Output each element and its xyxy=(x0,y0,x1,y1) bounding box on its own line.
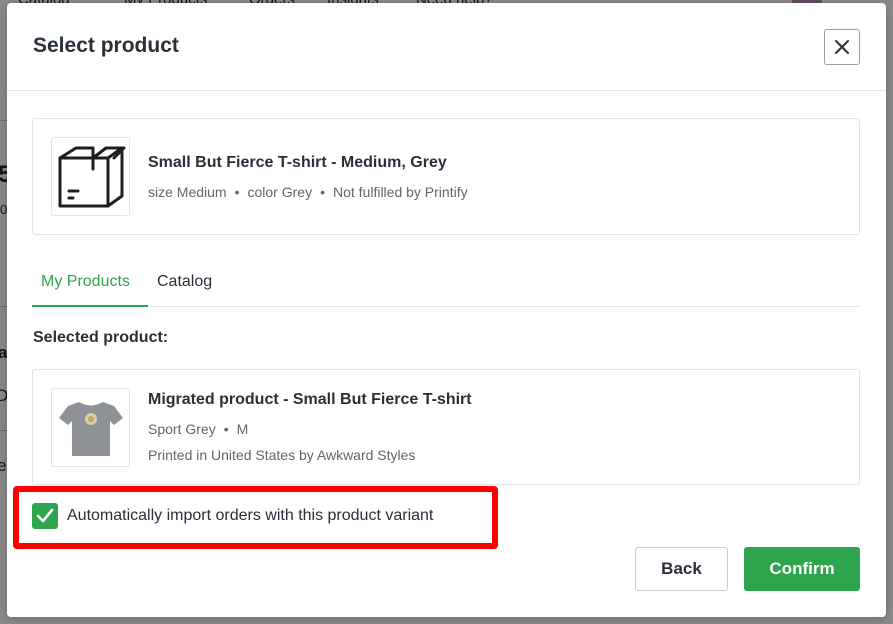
order-item-thumbnail xyxy=(51,137,130,216)
tshirt-icon xyxy=(58,401,123,456)
product-source-tabs: My Products Catalog xyxy=(32,267,860,307)
close-button[interactable] xyxy=(824,29,860,65)
selected-product-variant: Sport Grey • M xyxy=(148,421,249,437)
selected-product-provider: Printed in United States by Awkward Styl… xyxy=(148,447,416,463)
tab-catalog[interactable]: Catalog xyxy=(148,267,221,307)
close-icon xyxy=(835,40,849,54)
order-item-fulfillment: Not fulfilled by Printify xyxy=(332,184,468,200)
order-item-size: size Medium xyxy=(148,184,227,200)
selected-product-title: Migrated product - Small But Fierce T-sh… xyxy=(148,391,472,408)
confirm-button[interactable]: Confirm xyxy=(744,547,860,591)
order-item-color: color Grey xyxy=(247,184,313,200)
checkmark-icon xyxy=(36,508,54,523)
modal-header: Select product xyxy=(7,3,886,91)
selected-product-color: Sport Grey xyxy=(148,421,216,437)
tab-my-products[interactable]: My Products xyxy=(32,267,148,307)
auto-import-option[interactable]: Automatically import orders with this pr… xyxy=(32,503,433,529)
auto-import-checkbox[interactable] xyxy=(32,503,58,529)
selected-product-card: Migrated product - Small But Fierce T-sh… xyxy=(32,369,860,485)
selected-product-thumbnail xyxy=(51,388,130,467)
order-item-meta: size Medium • color Grey • Not fulfilled by … xyxy=(148,184,468,200)
selected-product-heading: Selected product: xyxy=(33,329,169,346)
package-box-icon xyxy=(58,146,125,207)
order-item-title: Small But Fierce T-shirt - Medium, Grey xyxy=(148,154,447,171)
back-button[interactable]: Back xyxy=(635,547,728,591)
order-item-card: Small But Fierce T-shirt - Medium, Grey … xyxy=(32,118,860,235)
modal-title: Select product xyxy=(33,34,179,57)
selected-product-size: M xyxy=(236,421,249,437)
auto-import-label[interactable]: Automatically import orders with this pr… xyxy=(67,507,433,525)
select-product-modal: Select product Small But Fierce T-shirt … xyxy=(7,3,886,617)
